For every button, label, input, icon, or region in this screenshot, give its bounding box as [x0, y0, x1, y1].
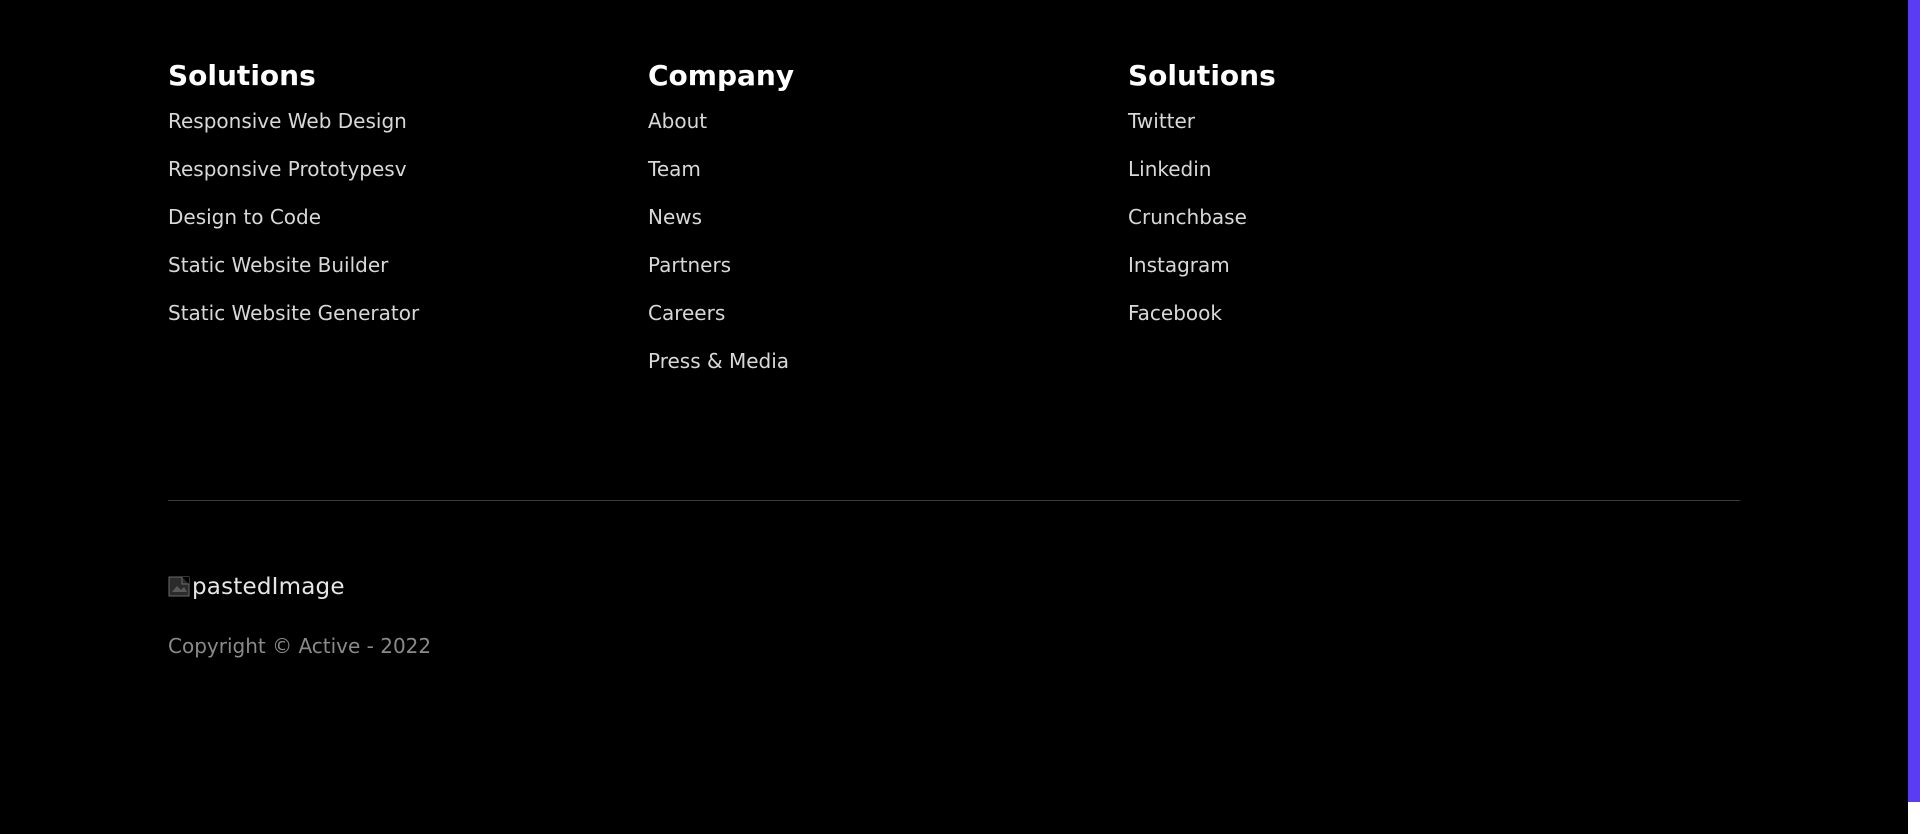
footer-link-team[interactable]: Team	[648, 157, 701, 181]
scrollbar-thumb[interactable]	[1908, 0, 1920, 802]
list-item: Linkedin	[1128, 156, 1608, 204]
column-title: Solutions	[1128, 59, 1276, 92]
footer-link-static-website-generator[interactable]: Static Website Generator	[168, 301, 419, 325]
list-item: Press & Media	[648, 348, 1128, 396]
footer-link-responsive-web-design[interactable]: Responsive Web Design	[168, 109, 407, 133]
footer-link-static-website-builder[interactable]: Static Website Builder	[168, 253, 388, 277]
list-item: Team	[648, 156, 1128, 204]
site-footer: Solutions Responsive Web Design Responsi…	[0, 0, 1908, 834]
footer-link-responsive-prototypes[interactable]: Responsive Prototypesv	[168, 157, 407, 181]
link-list: About Team News Partners Careers Press &…	[648, 108, 1128, 396]
scrollbar-track[interactable]	[1908, 0, 1920, 834]
list-item: Instagram	[1128, 252, 1608, 300]
footer-link-partners[interactable]: Partners	[648, 253, 731, 277]
footer-column-solutions: Solutions Responsive Web Design Responsi…	[168, 56, 648, 396]
footer-link-design-to-code[interactable]: Design to Code	[168, 205, 321, 229]
footer-link-crunchbase[interactable]: Crunchbase	[1128, 205, 1247, 229]
list-item: About	[648, 108, 1128, 156]
footer-link-facebook[interactable]: Facebook	[1128, 301, 1222, 325]
footer-link-press-media[interactable]: Press & Media	[648, 349, 789, 373]
list-item: Static Website Generator	[168, 300, 648, 348]
column-title: Company	[648, 59, 795, 92]
footer-link-about[interactable]: About	[648, 109, 707, 133]
footer-link-instagram[interactable]: Instagram	[1128, 253, 1230, 277]
logo-alt-text: pastedImage	[192, 574, 345, 600]
list-item: Design to Code	[168, 204, 648, 252]
link-list: Responsive Web Design Responsive Prototy…	[168, 108, 648, 348]
footer-column-company: Company About Team News Partners Careers…	[648, 56, 1128, 396]
footer-columns: Solutions Responsive Web Design Responsi…	[168, 56, 1740, 396]
footer-column-social: Solutions Twitter Linkedin Crunchbase In…	[1128, 56, 1608, 396]
list-item: News	[648, 204, 1128, 252]
footer-link-news[interactable]: News	[648, 205, 702, 229]
broken-image-icon	[168, 575, 192, 599]
footer-link-linkedin[interactable]: Linkedin	[1128, 157, 1211, 181]
list-item: Careers	[648, 300, 1128, 348]
copyright-text: Copyright © Active - 2022	[168, 634, 432, 658]
list-item: Twitter	[1128, 108, 1608, 156]
column-title: Solutions	[168, 59, 316, 92]
list-item: Responsive Web Design	[168, 108, 648, 156]
list-item: Partners	[648, 252, 1128, 300]
footer-logo: pastedImage	[168, 573, 345, 601]
link-list: Twitter Linkedin Crunchbase Instagram Fa…	[1128, 108, 1608, 348]
footer-link-twitter[interactable]: Twitter	[1128, 109, 1195, 133]
list-item: Responsive Prototypesv	[168, 156, 648, 204]
list-item: Crunchbase	[1128, 204, 1608, 252]
list-item: Static Website Builder	[168, 252, 648, 300]
footer-link-careers[interactable]: Careers	[648, 301, 725, 325]
list-item: Facebook	[1128, 300, 1608, 348]
footer-divider	[168, 500, 1740, 501]
